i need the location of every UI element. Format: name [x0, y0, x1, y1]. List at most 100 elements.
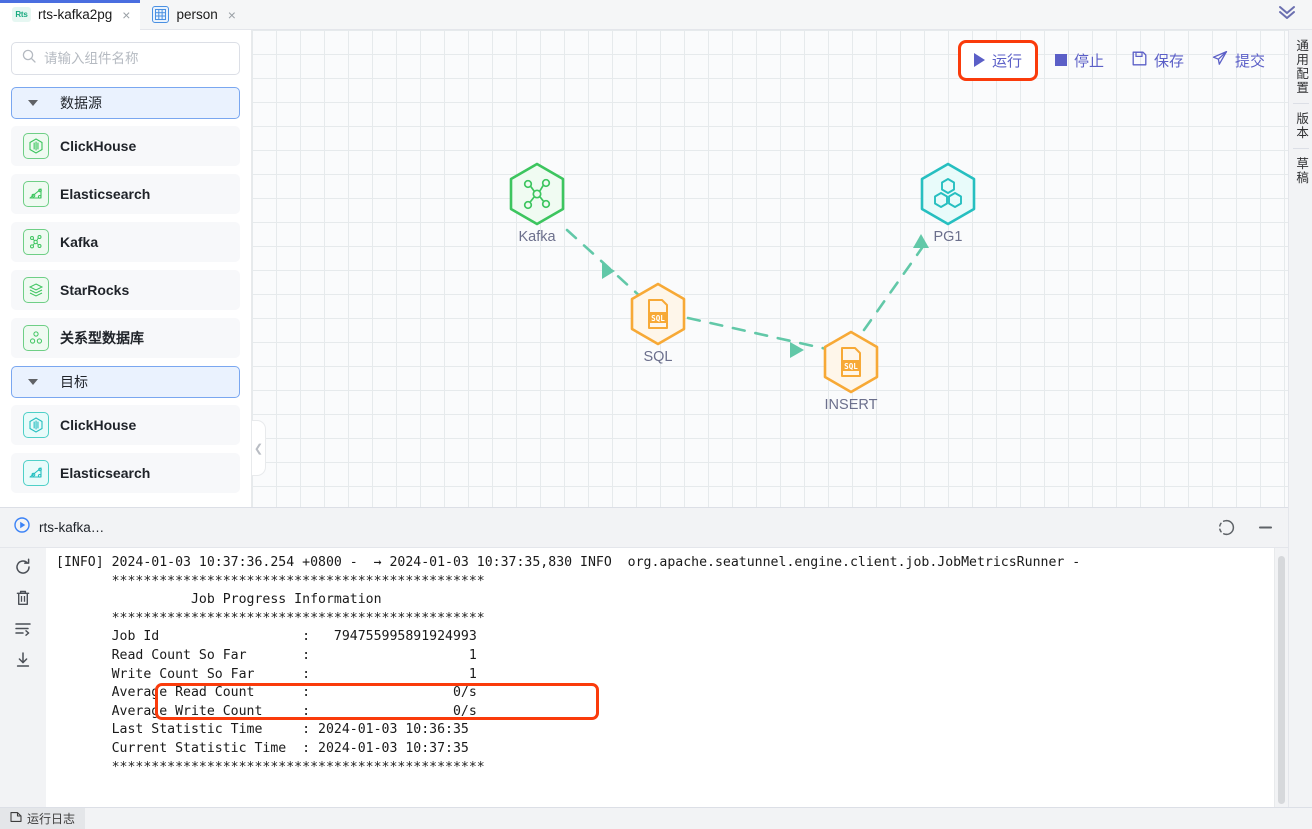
stop-label: 停止	[1073, 52, 1104, 70]
log-file-icon	[10, 811, 22, 826]
vtab-draft[interactable]: 草稿	[1290, 152, 1311, 190]
log-panel: rts-kafka… [INFO] 2024-01-03 10:37:36.25…	[0, 507, 1288, 807]
component-label: StarRocks	[60, 282, 130, 298]
sidebar-collapse-handle[interactable]: ❮	[252, 420, 266, 476]
wrap-lines-icon[interactable]	[14, 620, 32, 638]
search-icon	[22, 49, 36, 68]
save-label: 保存	[1153, 52, 1184, 70]
run-button-highlight: 运行	[957, 39, 1038, 81]
tab-bar: Rts rts-kafka2pg × person ×	[0, 0, 1312, 30]
refresh-icon[interactable]	[14, 558, 32, 576]
log-title: rts-kafka…	[39, 520, 105, 535]
group-header-datasource[interactable]: 数据源	[11, 87, 240, 119]
submit-button[interactable]: 提交	[1201, 43, 1276, 78]
clickhouse-icon	[23, 133, 49, 159]
component-item-elasticsearch-source[interactable]: Elasticsearch	[11, 174, 240, 214]
elasticsearch-icon	[23, 460, 49, 486]
close-icon[interactable]: ×	[122, 8, 130, 22]
play-icon	[973, 53, 985, 67]
node-label: INSERT	[824, 397, 878, 413]
right-vertical-tabs: 通用配置 版本 草稿	[1288, 30, 1312, 829]
run-button[interactable]: 运行	[963, 43, 1033, 78]
log-body: [INFO] 2024-01-03 10:37:36.254 +0800 - →…	[0, 548, 1288, 807]
arrow-right-icon	[790, 342, 804, 358]
divider	[1292, 103, 1309, 104]
postgres-hex-icon	[919, 162, 977, 226]
svg-text:SQL: SQL	[651, 314, 665, 323]
vtab-version[interactable]: 版本	[1290, 107, 1311, 145]
canvas-toolbar: 运行 停止 保存 提交	[957, 39, 1276, 81]
search-input[interactable]	[44, 51, 229, 66]
search-container	[0, 30, 251, 83]
relational-db-icon	[23, 325, 49, 351]
node-insert[interactable]: SQL INSERT	[816, 330, 886, 413]
log-vertical-scrollbar-track[interactable]	[1274, 548, 1288, 807]
starrocks-icon	[23, 277, 49, 303]
flow-canvas[interactable]: 运行 停止 保存 提交 Kafka SQL SQL SQL INSERT PG1…	[252, 30, 1288, 507]
log-vertical-scrollbar-thumb[interactable]	[1278, 556, 1285, 804]
component-sidebar: 数据源 ClickHouse Elasticsearch Kafka StarR…	[0, 30, 252, 507]
sql-hex-icon: SQL	[822, 330, 880, 394]
play-circle-icon	[14, 517, 30, 538]
group-label: 目标	[60, 374, 88, 390]
kafka-hex-icon	[508, 162, 566, 226]
clickhouse-icon	[23, 412, 49, 438]
search-box[interactable]	[11, 42, 240, 75]
paper-plane-icon	[1212, 50, 1228, 70]
tab-label: rts-kafka2pg	[38, 7, 113, 22]
status-bar: 运行日志	[0, 807, 1312, 829]
chevron-double-down-icon[interactable]	[1276, 3, 1298, 26]
node-label: SQL	[643, 349, 673, 365]
log-header-actions	[1218, 519, 1274, 536]
component-item-starrocks-source[interactable]: StarRocks	[11, 270, 240, 310]
caret-down-icon	[28, 100, 38, 106]
sql-hex-icon: SQL	[629, 282, 687, 346]
svg-text:SQL: SQL	[844, 362, 858, 371]
download-icon[interactable]	[14, 651, 32, 669]
stop-button[interactable]: 停止	[1044, 43, 1115, 78]
node-pg1[interactable]: PG1	[913, 162, 983, 245]
arrow-right-icon	[602, 263, 615, 279]
status-item-label: 运行日志	[27, 812, 76, 826]
group-header-target[interactable]: 目标	[11, 366, 240, 398]
submit-label: 提交	[1234, 52, 1265, 70]
chevron-left-icon: ❮	[253, 442, 264, 455]
kafka-icon	[23, 229, 49, 255]
component-label: Kafka	[60, 234, 99, 250]
run-label: 运行	[991, 52, 1022, 70]
log-text: [INFO] 2024-01-03 10:37:36.254 +0800 - →…	[56, 555, 1081, 775]
component-item-elasticsearch-target[interactable]: Elasticsearch	[11, 453, 240, 493]
elasticsearch-icon	[23, 181, 49, 207]
group-label: 数据源	[60, 95, 102, 111]
floppy-disk-icon	[1132, 51, 1147, 70]
tab-label: person	[176, 7, 218, 22]
log-output[interactable]: [INFO] 2024-01-03 10:37:36.254 +0800 - →…	[46, 548, 1288, 807]
component-label: 关系型数据库	[60, 330, 144, 346]
component-item-clickhouse-source[interactable]: ClickHouse	[11, 126, 240, 166]
component-item-clickhouse-target[interactable]: ClickHouse	[11, 405, 240, 445]
edge-insert-to-pg1	[862, 234, 931, 332]
component-item-kafka-source[interactable]: Kafka	[11, 222, 240, 262]
node-kafka[interactable]: Kafka	[502, 162, 572, 245]
status-item-run-log[interactable]: 运行日志	[0, 807, 86, 829]
close-icon[interactable]: ×	[228, 8, 236, 22]
log-title-group: rts-kafka…	[14, 517, 104, 538]
trash-icon[interactable]	[14, 589, 32, 607]
tab-bar-actions	[1276, 3, 1312, 26]
stop-square-icon	[1054, 54, 1067, 66]
caret-down-icon	[28, 379, 38, 385]
component-label: Elasticsearch	[60, 186, 151, 202]
save-button[interactable]: 保存	[1121, 43, 1195, 78]
node-label: Kafka	[518, 229, 556, 245]
node-label: PG1	[933, 229, 963, 245]
component-item-relational-db-source[interactable]: 关系型数据库	[11, 318, 240, 358]
tab-rts-kafka2pg[interactable]: Rts rts-kafka2pg ×	[0, 0, 141, 30]
tab-person[interactable]: person ×	[140, 0, 245, 30]
table-grid-icon	[152, 6, 170, 23]
node-sql[interactable]: SQL SQL	[623, 282, 693, 365]
vtab-general-config[interactable]: 通用配置	[1290, 34, 1311, 100]
reload-circle-icon[interactable]	[1218, 519, 1235, 536]
component-label: ClickHouse	[60, 417, 137, 433]
divider	[1292, 148, 1309, 149]
minimize-icon[interactable]	[1257, 519, 1274, 536]
